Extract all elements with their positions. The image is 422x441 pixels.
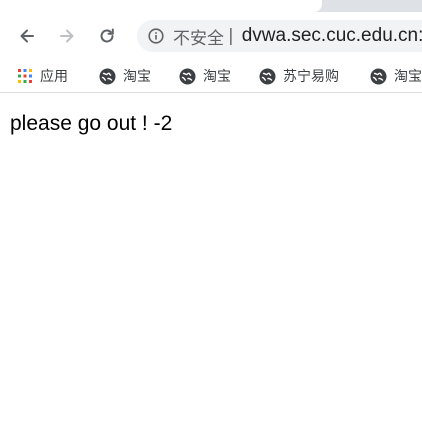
forward-button[interactable]: [53, 22, 81, 50]
url-text[interactable]: dvwa.sec.cuc.edu.cn:: [242, 25, 422, 47]
tab-strip: [0, 0, 422, 12]
bookmark-label: 淘宝: [123, 69, 151, 85]
bookmarks-bar: 应用 淘宝 淘宝 苏宁易购 淘宝: [0, 60, 422, 93]
apps-label: 应用: [40, 69, 68, 85]
globe-icon: [179, 68, 196, 84]
apps-grid-icon: [18, 69, 32, 83]
bookmark-item[interactable]: 淘宝: [99, 67, 151, 85]
arrow-right-icon: [60, 29, 74, 43]
bookmark-item[interactable]: 淘宝: [179, 67, 231, 85]
address-bar[interactable]: 不安全 | dvwa.sec.cuc.edu.cn:: [137, 20, 422, 52]
bookmark-label: 苏宁易购: [283, 69, 339, 85]
globe-icon: [259, 68, 276, 84]
bookmark-item[interactable]: 苏宁易购: [259, 67, 339, 85]
security-status-label: 不安全: [173, 28, 224, 49]
browser-toolbar: 不安全 | dvwa.sec.cuc.edu.cn:: [0, 12, 422, 60]
bookmark-label: 淘宝: [394, 69, 422, 85]
globe-icon: [99, 68, 116, 84]
info-icon[interactable]: [148, 28, 164, 44]
active-tab[interactable]: [0, 0, 322, 12]
back-button[interactable]: [13, 22, 41, 50]
address-separator: |: [228, 26, 234, 46]
globe-icon: [370, 68, 387, 84]
bookmark-label: 淘宝: [203, 69, 231, 85]
arrow-left-icon: [20, 29, 34, 43]
reload-icon: [100, 28, 114, 43]
reload-button[interactable]: [93, 22, 121, 50]
page-message: please go out ! -2: [10, 112, 173, 135]
apps-shortcut[interactable]: 应用: [17, 67, 68, 85]
bookmark-item[interactable]: 淘宝: [370, 67, 422, 85]
